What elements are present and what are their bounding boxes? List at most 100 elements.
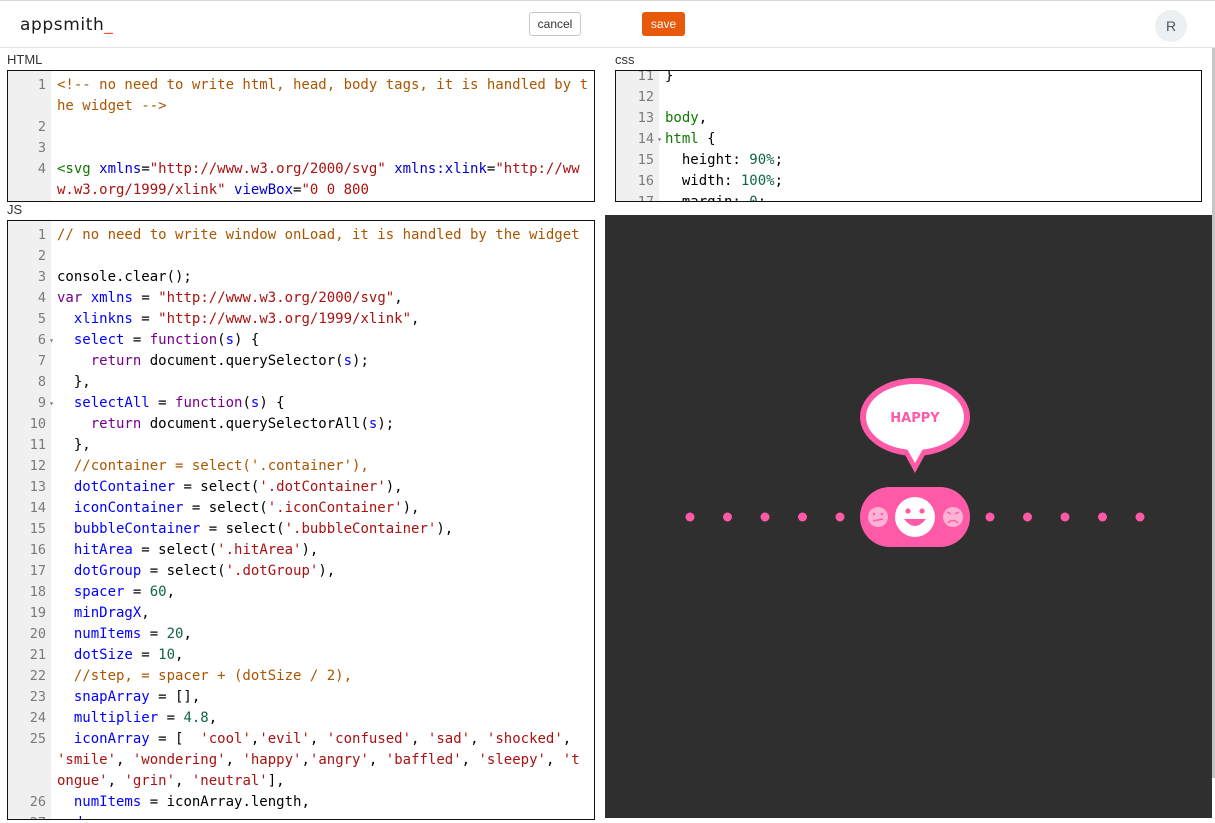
line-number: 22 (29, 668, 46, 684)
save-button[interactable]: save (642, 12, 685, 36)
code-line[interactable]: 26 numItems = iconArray.length, (8, 792, 594, 813)
code-token: , (309, 731, 327, 747)
code-line[interactable]: 7 return document.querySelector(s); (8, 351, 594, 372)
code-line[interactable]: 20 numItems = 20, (8, 624, 594, 645)
code-text: <!-- no need to write html, head, body t… (46, 75, 594, 117)
code-text: }, (46, 372, 594, 393)
code-text: width: 100%; (654, 171, 1201, 192)
slider-dot[interactable] (985, 512, 995, 522)
slider-dot[interactable] (1098, 512, 1107, 522)
code-line[interactable]: 16 hitArea = select('.hitArea'), (8, 540, 594, 561)
code-line[interactable]: 1 // no need to write window onLoad, it i… (8, 225, 594, 246)
code-line[interactable]: 4 <svg xmlns="http://www.w3.org/2000/svg"… (8, 159, 594, 201)
code-line[interactable]: 13 dotContainer = select('.dotContainer'… (8, 477, 594, 498)
slider-dot[interactable] (835, 512, 845, 522)
code-token: = (124, 584, 150, 600)
code-line[interactable]: 16 width: 100%; (616, 171, 1201, 192)
code-text: margin: 0; (654, 192, 1201, 202)
code-line[interactable]: 6 ▾ select = function(s) { (8, 330, 594, 351)
code-text: spacer = 60, (46, 582, 594, 603)
code-line[interactable]: 5 xlinkns = "http://www.w3.org/1999/xlin… (8, 309, 594, 330)
code-line[interactable]: 11} (616, 71, 1201, 87)
code-token: html (665, 131, 699, 147)
code-line[interactable]: 25 iconArray = [ 'cool','evil', 'confuse… (8, 729, 594, 792)
code-text: height: 90%; (654, 150, 1201, 171)
code-line[interactable]: 9 ▾ selectAll = function(s) { (8, 393, 594, 414)
code-line[interactable]: 3 (8, 138, 594, 159)
code-token: dotContainer (73, 479, 176, 495)
code-token: ); (352, 353, 369, 369)
code-token: "http://www.w3.org/2000/svg" (149, 161, 386, 177)
slider-dot[interactable] (798, 512, 807, 522)
code-text: //step, = spacer + (dotSize / 2), (46, 666, 594, 687)
code-line[interactable]: 13 body, (616, 108, 1201, 129)
code-line[interactable]: 24 multiplier = 4.8, (8, 708, 594, 729)
code-line[interactable]: 11 }, (8, 435, 594, 456)
html-code-editor[interactable]: 1 <!-- no need to write html, head, body … (7, 70, 595, 202)
code-line[interactable]: 15 bubbleContainer = select('.bubbleCont… (8, 519, 594, 540)
code-token: = iconArray.length, (141, 794, 310, 810)
code-line[interactable]: 4 var xmlns = "http://www.w3.org/2000/svg… (8, 288, 594, 309)
code-line[interactable]: 8 }, (8, 372, 594, 393)
code-token: 'angry' (309, 752, 369, 768)
code-line[interactable]: 27 dragger; (8, 813, 594, 819)
code-token: '.dotContainer' (259, 479, 386, 495)
fold-arrow-icon[interactable]: ▾ (49, 393, 54, 414)
css-code-editor[interactable]: 11} 12 13 body, 14 ▾ html {15 height: 90%; 16 … (615, 70, 1202, 202)
user-avatar[interactable]: R (1155, 10, 1187, 42)
code-line[interactable]: 2 (8, 117, 594, 138)
code-token: "http://www.w3.org/2000/svg" (158, 290, 395, 306)
line-number: 14 (29, 500, 46, 516)
code-line[interactable]: 14 iconContainer = select('.iconContaine… (8, 498, 594, 519)
app-logo: appsmith_ (20, 15, 114, 35)
code-token: = (124, 332, 150, 348)
code-token: 'shocked' (486, 731, 563, 747)
code-text: xlinkns = "http://www.w3.org/1999/xlink"… (46, 309, 594, 330)
code-token: = select( (141, 563, 226, 579)
code-token: 'sad' (427, 731, 471, 747)
code-lines: 1 // no need to write window onLoad, it i… (8, 225, 594, 819)
code-token: iconContainer (73, 500, 184, 516)
code-line[interactable]: 1 <!-- no need to write html, head, body … (8, 75, 594, 117)
code-line[interactable]: 21 dotSize = 10, (8, 645, 594, 666)
slider-dot[interactable] (1023, 512, 1032, 522)
bubble-label: HAPPY (890, 411, 940, 426)
code-text: body, (654, 108, 1201, 129)
slider-dot[interactable] (685, 512, 695, 522)
fold-arrow-icon[interactable]: ▾ (49, 330, 54, 351)
code-line[interactable]: 18 spacer = 60, (8, 582, 594, 603)
code-line[interactable]: 17 dotGroup = select('.dotGroup'), (8, 561, 594, 582)
code-line[interactable]: 2 (8, 246, 594, 267)
code-line[interactable]: 3 console.clear(); (8, 267, 594, 288)
js-code-editor[interactable]: 1 // no need to write window onLoad, it i… (7, 220, 595, 820)
fold-arrow-icon[interactable]: ▾ (657, 129, 662, 150)
code-token: bubbleContainer (73, 521, 201, 537)
code-token: , (411, 731, 428, 747)
slider-dot[interactable] (723, 512, 732, 522)
code-token: 0 (749, 194, 758, 202)
code-line[interactable]: 19 minDragX, (8, 603, 594, 624)
code-token: ) { (259, 395, 285, 411)
code-line[interactable]: 12 //container = select('.container'), (8, 456, 594, 477)
code-line[interactable]: 22 //step, = spacer + (dotSize / 2), (8, 666, 594, 687)
code-token: 'cool' (200, 731, 251, 747)
code-line[interactable]: 17 margin: 0; (616, 192, 1201, 202)
slider-dot[interactable] (1135, 512, 1145, 522)
code-line[interactable]: 14 ▾ html { (616, 129, 1201, 150)
code-line[interactable]: 10 return document.querySelectorAll(s); (8, 414, 594, 435)
line-number: 13 (29, 479, 46, 495)
slider-handle[interactable] (860, 487, 970, 547)
code-token: '.iconContainer' (267, 500, 403, 516)
line-number: 9 ▾ (8, 393, 54, 414)
code-line[interactable]: 15 height: 90%; (616, 150, 1201, 171)
code-line[interactable]: 23 snapArray = [], (8, 687, 594, 708)
slider-dot[interactable] (760, 512, 770, 522)
slider-dot[interactable] (1060, 512, 1070, 522)
cancel-button[interactable]: cancel (529, 12, 581, 36)
code-line[interactable]: 12 (616, 87, 1201, 108)
